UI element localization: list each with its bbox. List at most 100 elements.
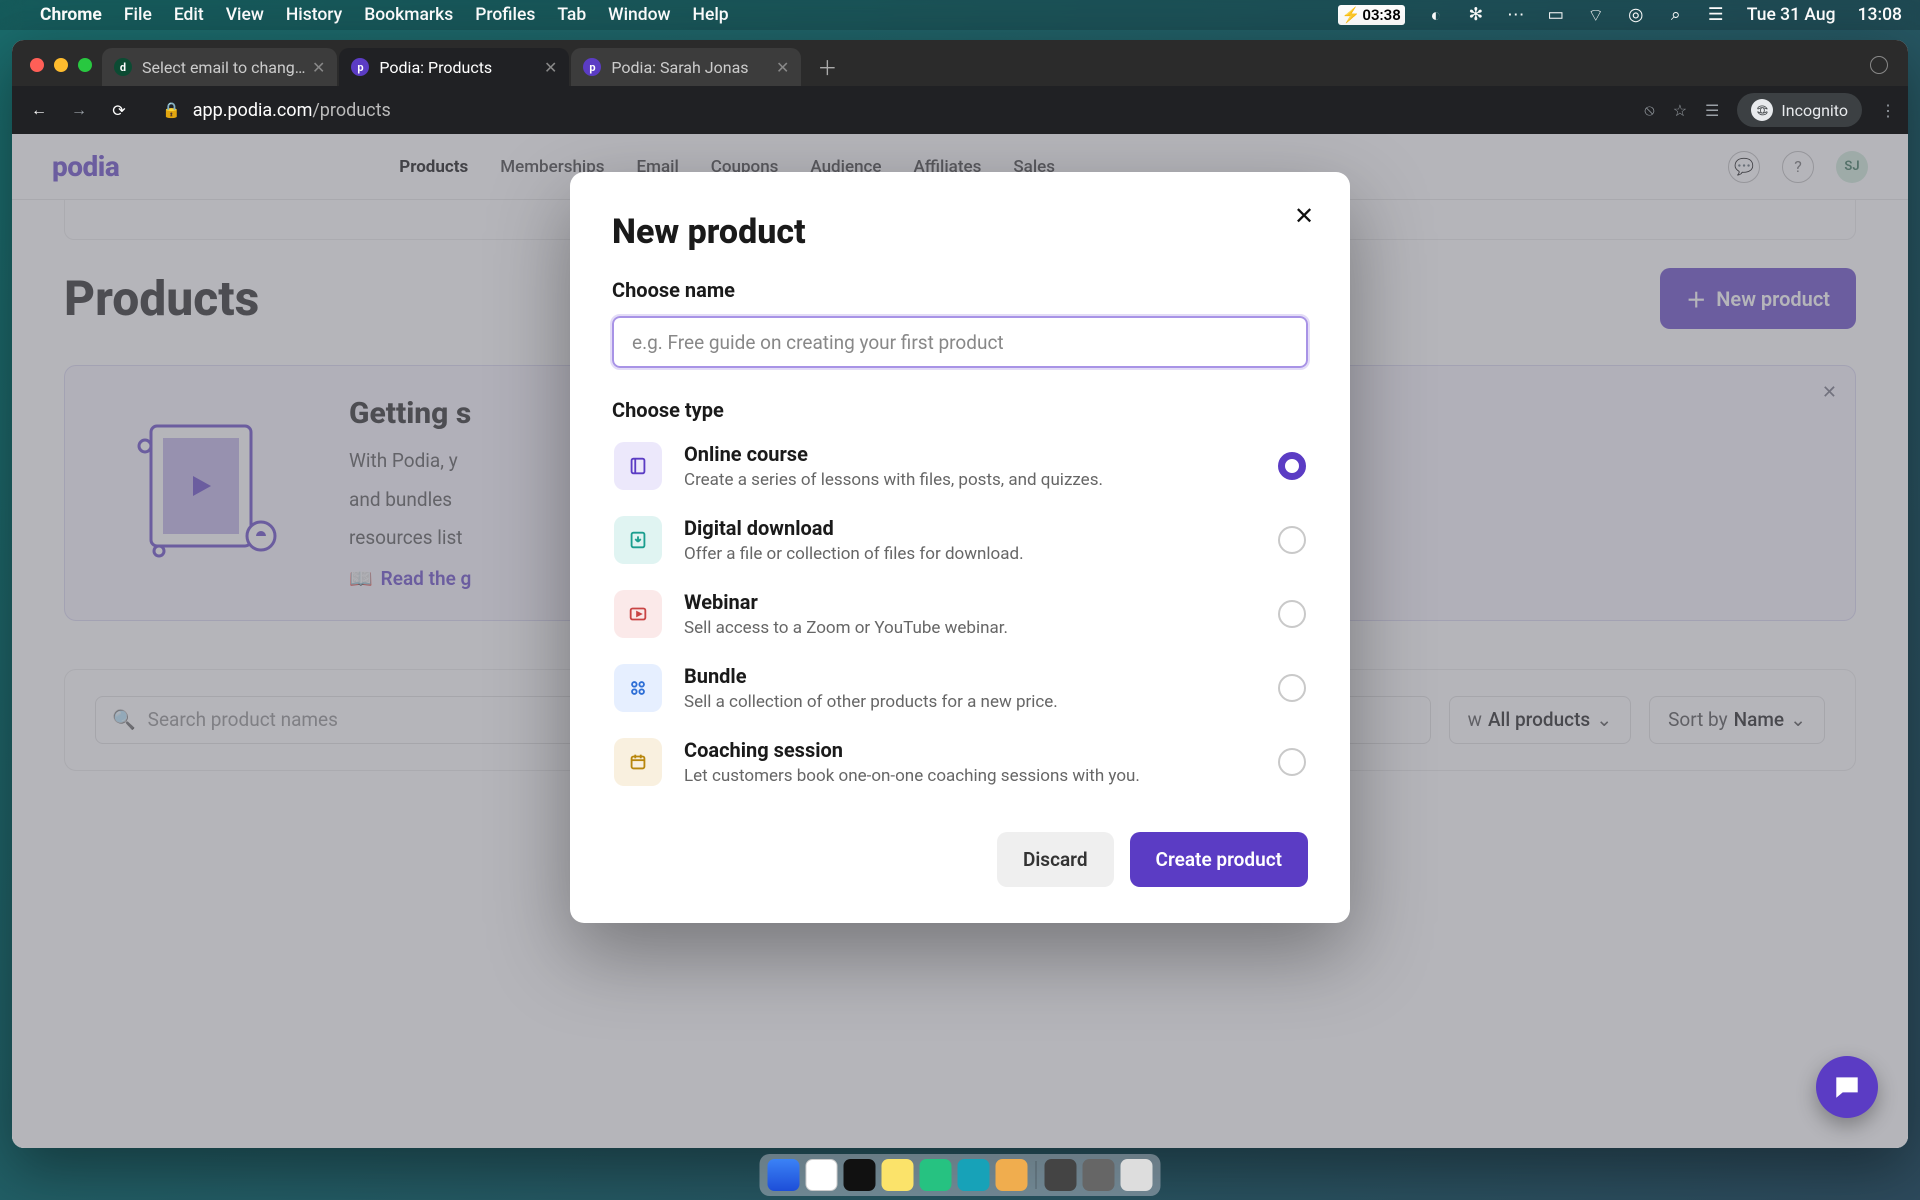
browser-tab-podia-products[interactable]: p Podia: Products ✕ bbox=[339, 48, 569, 86]
type-option-coaching[interactable]: Coaching session Let customers book one-… bbox=[612, 732, 1308, 792]
dock-app-5[interactable] bbox=[958, 1159, 990, 1191]
chrome-tabstrip: d Select email to change | Django ✕ p Po… bbox=[12, 40, 1908, 86]
browser-tab-django[interactable]: d Select email to change | Django ✕ bbox=[102, 48, 337, 86]
create-product-button[interactable]: Create product bbox=[1130, 832, 1308, 887]
back-button[interactable]: ← bbox=[24, 95, 54, 125]
tab-title: Podia: Sarah Jonas bbox=[611, 58, 748, 77]
type-title: Webinar bbox=[684, 590, 1256, 614]
type-title: Digital download bbox=[684, 516, 1256, 540]
tab-close-icon[interactable]: ✕ bbox=[776, 58, 789, 77]
tabstrip-overflow[interactable] bbox=[1870, 56, 1896, 86]
status-icon-1[interactable]: ◐ bbox=[1427, 6, 1445, 24]
macos-dock bbox=[760, 1154, 1161, 1196]
dock-separator bbox=[1036, 1161, 1037, 1189]
type-option-bundle[interactable]: Bundle Sell a collection of other produc… bbox=[612, 658, 1308, 718]
tab-close-icon[interactable]: ✕ bbox=[312, 58, 325, 77]
dock-app-notes[interactable] bbox=[882, 1159, 914, 1191]
type-desc: Offer a file or collection of files for … bbox=[684, 544, 1256, 564]
tab-title: Podia: Products bbox=[379, 58, 492, 77]
menu-tab[interactable]: Tab bbox=[557, 5, 586, 25]
dock-trash[interactable] bbox=[1121, 1159, 1153, 1191]
podia-page: podia Products Memberships Email Coupons… bbox=[12, 134, 1908, 1148]
dock-app-chrome[interactable] bbox=[806, 1159, 838, 1191]
bundle-icon bbox=[614, 664, 662, 712]
battery-remaining-time: 03:38 bbox=[1362, 6, 1400, 24]
macos-menubar: Chrome File Edit View History Bookmarks … bbox=[0, 0, 1920, 30]
course-icon bbox=[614, 442, 662, 490]
address-bar[interactable]: 🔒 app.podia.com/products bbox=[144, 92, 1634, 128]
reading-list-icon[interactable]: ☰ bbox=[1705, 101, 1719, 120]
type-desc: Sell a collection of other products for … bbox=[684, 692, 1256, 712]
incognito-badge[interactable]: 𖠂 Incognito bbox=[1737, 93, 1862, 127]
url-path: /products bbox=[312, 100, 390, 121]
favicon-icon: d bbox=[114, 58, 132, 76]
intercom-launcher[interactable] bbox=[1816, 1056, 1878, 1118]
menu-bookmarks[interactable]: Bookmarks bbox=[364, 5, 453, 25]
dock-app-terminal[interactable] bbox=[844, 1159, 876, 1191]
window-zoom-button[interactable] bbox=[78, 58, 92, 72]
product-type-list: Online course Create a series of lessons… bbox=[612, 436, 1308, 792]
radio-selected[interactable] bbox=[1278, 452, 1306, 480]
new-product-modal: ✕ New product Choose name Choose type On… bbox=[570, 172, 1350, 923]
type-option-digital-download[interactable]: Digital download Offer a file or collect… bbox=[612, 510, 1308, 570]
menubar-app-name[interactable]: Chrome bbox=[40, 5, 102, 25]
menu-help[interactable]: Help bbox=[693, 5, 729, 25]
status-icon-3[interactable]: ⋯ bbox=[1507, 6, 1525, 24]
control-center-icon[interactable]: ☰ bbox=[1707, 6, 1725, 24]
menu-file[interactable]: File bbox=[124, 5, 152, 25]
tab-title: Select email to change | Django bbox=[142, 58, 312, 77]
browser-tab-podia-sarah[interactable]: p Podia: Sarah Jonas ✕ bbox=[571, 48, 801, 86]
menu-window[interactable]: Window bbox=[608, 5, 670, 25]
type-title: Coaching session bbox=[684, 738, 1256, 762]
dock-app-4[interactable] bbox=[920, 1159, 952, 1191]
wifi-icon[interactable]: ⌔ bbox=[1587, 6, 1605, 24]
radio-unselected[interactable] bbox=[1278, 674, 1306, 702]
reload-button[interactable]: ⟳ bbox=[104, 95, 134, 125]
discard-button[interactable]: Discard bbox=[997, 832, 1114, 887]
favicon-icon: p bbox=[351, 58, 369, 76]
download-icon bbox=[614, 516, 662, 564]
type-title: Bundle bbox=[684, 664, 1256, 688]
dock-app-finder[interactable] bbox=[768, 1159, 800, 1191]
window-close-button[interactable] bbox=[30, 58, 44, 72]
type-desc: Sell access to a Zoom or YouTube webinar… bbox=[684, 618, 1256, 638]
menu-history[interactable]: History bbox=[286, 5, 342, 25]
kebab-menu-icon[interactable]: ⋮ bbox=[1880, 101, 1896, 120]
star-icon[interactable]: ☆ bbox=[1673, 101, 1687, 120]
menubar-clock[interactable]: 13:08 bbox=[1858, 5, 1902, 25]
status-icon-2[interactable]: ✻ bbox=[1467, 6, 1485, 24]
incognito-icon: 𖠂 bbox=[1751, 99, 1773, 121]
chevron-down-icon bbox=[1870, 56, 1888, 74]
coaching-icon bbox=[614, 738, 662, 786]
eye-off-icon[interactable]: ⦸ bbox=[1644, 100, 1654, 120]
type-option-online-course[interactable]: Online course Create a series of lessons… bbox=[612, 436, 1308, 496]
menubar-date[interactable]: Tue 31 Aug bbox=[1747, 5, 1836, 25]
webinar-icon bbox=[614, 590, 662, 638]
spotlight-icon[interactable]: ⌕ bbox=[1667, 6, 1685, 24]
battery-remaining-badge[interactable]: ⚡03:38 bbox=[1338, 5, 1405, 25]
radio-unselected[interactable] bbox=[1278, 748, 1306, 776]
create-label: Create product bbox=[1156, 848, 1282, 871]
modal-title: New product bbox=[612, 212, 1308, 252]
incognito-label: Incognito bbox=[1781, 101, 1848, 120]
window-minimize-button[interactable] bbox=[54, 58, 68, 72]
menu-edit[interactable]: Edit bbox=[174, 5, 204, 25]
status-icon-4[interactable]: ◎ bbox=[1627, 6, 1645, 24]
radio-unselected[interactable] bbox=[1278, 526, 1306, 554]
dock-app-7[interactable] bbox=[1045, 1159, 1077, 1191]
menu-view[interactable]: View bbox=[226, 5, 264, 25]
dock-app-8[interactable] bbox=[1083, 1159, 1115, 1191]
tab-close-icon[interactable]: ✕ bbox=[544, 58, 557, 77]
dock-app-6[interactable] bbox=[996, 1159, 1028, 1191]
forward-button[interactable]: → bbox=[64, 95, 94, 125]
radio-unselected[interactable] bbox=[1278, 600, 1306, 628]
menu-profiles[interactable]: Profiles bbox=[475, 5, 535, 25]
type-option-webinar[interactable]: Webinar Sell access to a Zoom or YouTube… bbox=[612, 584, 1308, 644]
type-desc: Let customers book one-on-one coaching s… bbox=[684, 766, 1256, 786]
lock-icon: 🔒 bbox=[162, 101, 181, 119]
new-tab-button[interactable]: ＋ bbox=[811, 50, 843, 82]
battery-icon[interactable]: ▭ bbox=[1547, 6, 1565, 24]
chrome-toolbar: ← → ⟳ 🔒 app.podia.com/products ⦸ ☆ ☰ 𖠂 I… bbox=[12, 86, 1908, 134]
modal-close-button[interactable]: ✕ bbox=[1288, 200, 1320, 232]
product-name-input[interactable] bbox=[612, 316, 1308, 368]
